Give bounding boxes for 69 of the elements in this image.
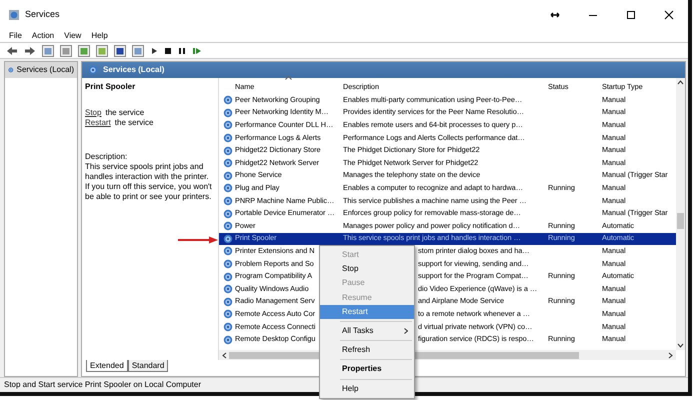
menu-item[interactable]: Refresh bbox=[320, 343, 414, 358]
gear-icon bbox=[223, 108, 233, 118]
maximize-icon[interactable] bbox=[626, 10, 636, 20]
menu-item[interactable]: Stop bbox=[320, 262, 414, 276]
menu-item[interactable]: Help bbox=[320, 382, 414, 396]
gear-icon bbox=[223, 234, 233, 244]
gear-icon bbox=[223, 208, 233, 219]
gear-icon bbox=[223, 221, 233, 232]
gear-icon bbox=[223, 259, 233, 270]
gear-icon bbox=[223, 170, 233, 181]
gear-icon bbox=[223, 133, 233, 144]
close-icon[interactable] bbox=[664, 10, 674, 20]
vertical-scrollbar[interactable] bbox=[676, 78, 685, 350]
menu-item[interactable]: File bbox=[9, 30, 22, 42]
menu-item[interactable]: Properties bbox=[320, 362, 414, 376]
gear-icon bbox=[223, 246, 233, 256]
gear-icon bbox=[223, 146, 233, 156]
gear-icon bbox=[223, 322, 233, 332]
panel-title: Services (Local) bbox=[103, 64, 164, 76]
services-icon bbox=[8, 65, 14, 75]
menu-item[interactable]: All Tasks bbox=[320, 324, 414, 338]
tree-item[interactable]: Services (Local) bbox=[5, 62, 77, 78]
scroll-right-icon[interactable] bbox=[668, 352, 673, 358]
stop-icon[interactable] bbox=[164, 46, 172, 56]
console-tree-icon[interactable] bbox=[42, 44, 54, 56]
menu-item[interactable]: View bbox=[64, 30, 82, 42]
gear-icon bbox=[223, 183, 233, 194]
description-text: This service spools print jobs and handles interaction with the printer. If you turn off this service, you won't be able to print or see your printers. bbox=[85, 162, 213, 202]
export-icon[interactable] bbox=[96, 44, 108, 56]
action-text: the service bbox=[105, 108, 144, 117]
services-icon bbox=[88, 65, 98, 75]
gear-icon bbox=[223, 334, 233, 345]
window-title: Services bbox=[25, 8, 60, 22]
action-text: the service bbox=[114, 118, 154, 127]
action-link[interactable]: Restart bbox=[85, 118, 111, 127]
gear-icon bbox=[223, 309, 233, 320]
gear-icon bbox=[223, 296, 233, 307]
help-icon[interactable] bbox=[114, 44, 126, 56]
view-tab[interactable]: Standard bbox=[128, 360, 168, 372]
submenu-chevron-icon bbox=[404, 328, 408, 334]
scroll-up-icon[interactable] bbox=[677, 80, 684, 85]
refresh-icon[interactable] bbox=[78, 44, 90, 56]
resize-icon[interactable] bbox=[550, 10, 560, 20]
gear-icon bbox=[223, 120, 233, 130]
scroll-thumb[interactable] bbox=[677, 213, 684, 229]
arrow-drawing bbox=[178, 236, 218, 244]
menu-item[interactable]: Restart bbox=[320, 304, 414, 319]
restart-icon[interactable] bbox=[192, 46, 202, 56]
scroll-down-icon[interactable] bbox=[677, 343, 684, 348]
view-tab[interactable]: Extended bbox=[86, 360, 128, 372]
action-link[interactable]: Stop bbox=[85, 108, 102, 117]
menu-item[interactable]: Help bbox=[91, 30, 108, 42]
gear-icon bbox=[223, 272, 233, 282]
gear-icon bbox=[223, 158, 233, 168]
gear-icon bbox=[223, 95, 233, 106]
properties-icon[interactable] bbox=[60, 44, 72, 56]
service-title: Print Spooler bbox=[85, 82, 136, 92]
play-icon[interactable] bbox=[150, 46, 158, 56]
pause-icon[interactable] bbox=[178, 46, 186, 56]
scroll-left-icon[interactable] bbox=[222, 352, 227, 358]
description-label: Description: bbox=[85, 152, 128, 162]
back-icon[interactable] bbox=[6, 46, 18, 56]
forward-icon[interactable] bbox=[24, 46, 36, 56]
menu-item[interactable]: Action bbox=[32, 30, 54, 42]
status-text: Stop and Start service Print Spooler on Local Computer bbox=[4, 379, 201, 391]
gear-icon bbox=[223, 196, 233, 206]
services-app-icon bbox=[8, 9, 20, 21]
view-icon[interactable] bbox=[132, 44, 144, 56]
gear-icon bbox=[223, 284, 233, 294]
